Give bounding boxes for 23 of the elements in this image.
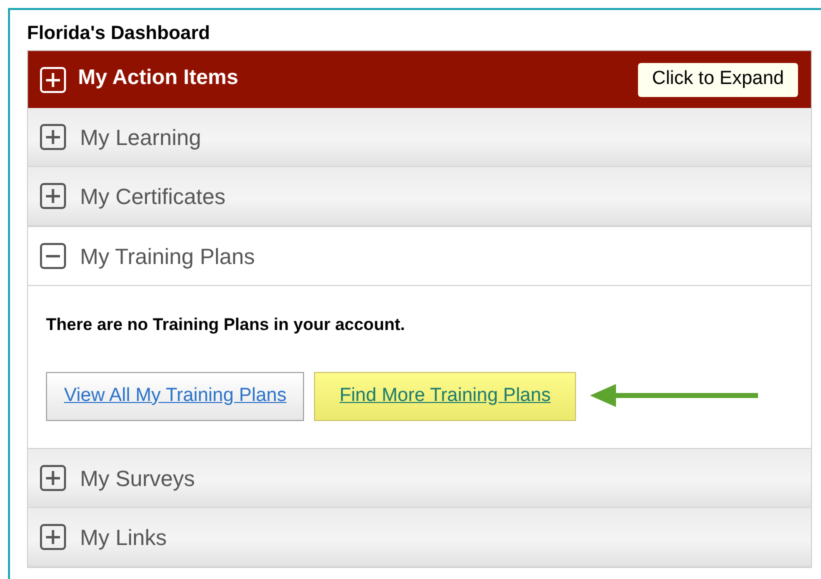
- expand-button[interactable]: Click to Expand: [638, 62, 798, 96]
- section-header[interactable]: My Action Items Click to Expand: [28, 51, 811, 108]
- section-header[interactable]: My Links: [28, 508, 811, 567]
- section-title[interactable]: My Certificates: [80, 180, 226, 212]
- section-title[interactable]: My Action Items: [78, 62, 626, 94]
- link-button[interactable]: View All My Training Plans: [46, 372, 304, 420]
- section-title[interactable]: My Surveys: [80, 462, 195, 494]
- section-header[interactable]: My Surveys: [28, 449, 811, 508]
- plus-icon[interactable]: [40, 183, 66, 209]
- section-header[interactable]: My Certificates: [28, 167, 811, 226]
- section-header[interactable]: My Learning: [28, 108, 811, 167]
- plus-icon[interactable]: [40, 524, 66, 550]
- dashboard-title: Florida's Dashboard: [27, 22, 211, 46]
- minus-icon[interactable]: [40, 243, 66, 269]
- plus-icon[interactable]: [40, 465, 66, 491]
- section-header[interactable]: My Training Plans: [28, 226, 811, 286]
- section-title[interactable]: My Links: [80, 520, 167, 554]
- arrow-icon: [590, 383, 760, 409]
- link-button[interactable]: Find More Training Plans: [314, 372, 576, 420]
- section-title[interactable]: My Training Plans: [80, 240, 255, 272]
- empty-message: There are no Training Plans in your account.: [46, 314, 406, 336]
- plus-icon[interactable]: [40, 124, 66, 150]
- section-title[interactable]: My Learning: [80, 120, 202, 154]
